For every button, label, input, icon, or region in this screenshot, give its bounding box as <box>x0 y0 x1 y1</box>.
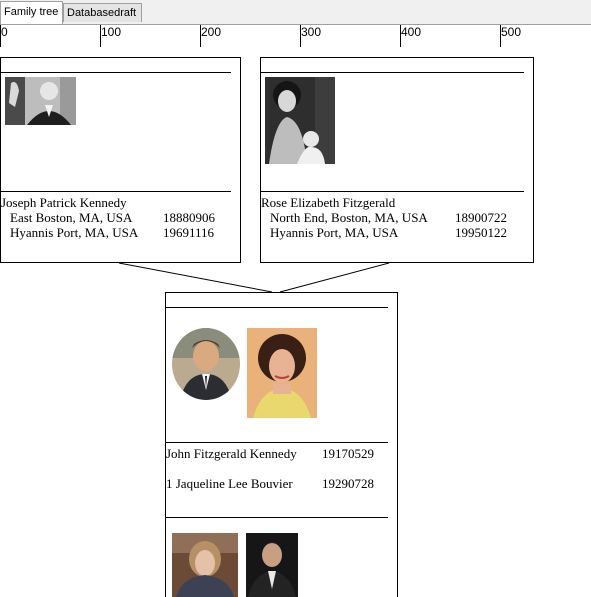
mother-name: Rose Elizabeth Fitzgerald <box>261 195 396 210</box>
father-birth-place: East Boston, MA, USA <box>10 210 133 225</box>
card-divider <box>166 307 388 308</box>
child-photo-daughter <box>172 533 238 597</box>
wife-photo <box>247 328 317 418</box>
father-name: Joseph Patrick Kennedy <box>1 195 127 210</box>
child-photo-son <box>246 533 298 597</box>
wife-name: 1 Jaqueline Lee Bouvier <box>166 476 293 491</box>
mother-photo <box>265 77 335 164</box>
card-divider <box>166 517 388 518</box>
mother-death-date: 19950122 <box>455 225 507 240</box>
wife-date: 19290728 <box>322 476 374 491</box>
husband-photo <box>172 328 240 400</box>
card-divider <box>261 72 524 73</box>
card-divider <box>1 72 231 73</box>
card-divider <box>166 442 388 443</box>
couple-card[interactable]: John Fitzgerald Kennedy 19170529 1 Jaque… <box>165 292 398 597</box>
card-divider <box>1 191 231 192</box>
father-connector-line <box>118 262 273 293</box>
mother-death-place: Hyannis Port, MA, USA <box>270 225 399 240</box>
father-death-date: 19691116 <box>163 225 215 240</box>
husband-date: 19170529 <box>322 446 374 461</box>
mother-birth-place: North End, Boston, MA, USA <box>270 210 428 225</box>
father-death-place: Hyannis Port, MA, USA <box>10 225 139 240</box>
person-card-father[interactable]: Joseph Patrick Kennedy East Boston, MA, … <box>0 57 241 263</box>
father-photo <box>5 77 76 125</box>
card-divider <box>261 191 524 192</box>
mother-birth-date: 18900722 <box>455 210 507 225</box>
husband-name: John Fitzgerald Kennedy <box>166 446 297 461</box>
father-birth-date: 18880906 <box>163 210 215 225</box>
person-card-mother[interactable]: Rose Elizabeth Fitzgerald North End, Bos… <box>260 57 534 263</box>
mother-connector-line <box>279 262 390 293</box>
